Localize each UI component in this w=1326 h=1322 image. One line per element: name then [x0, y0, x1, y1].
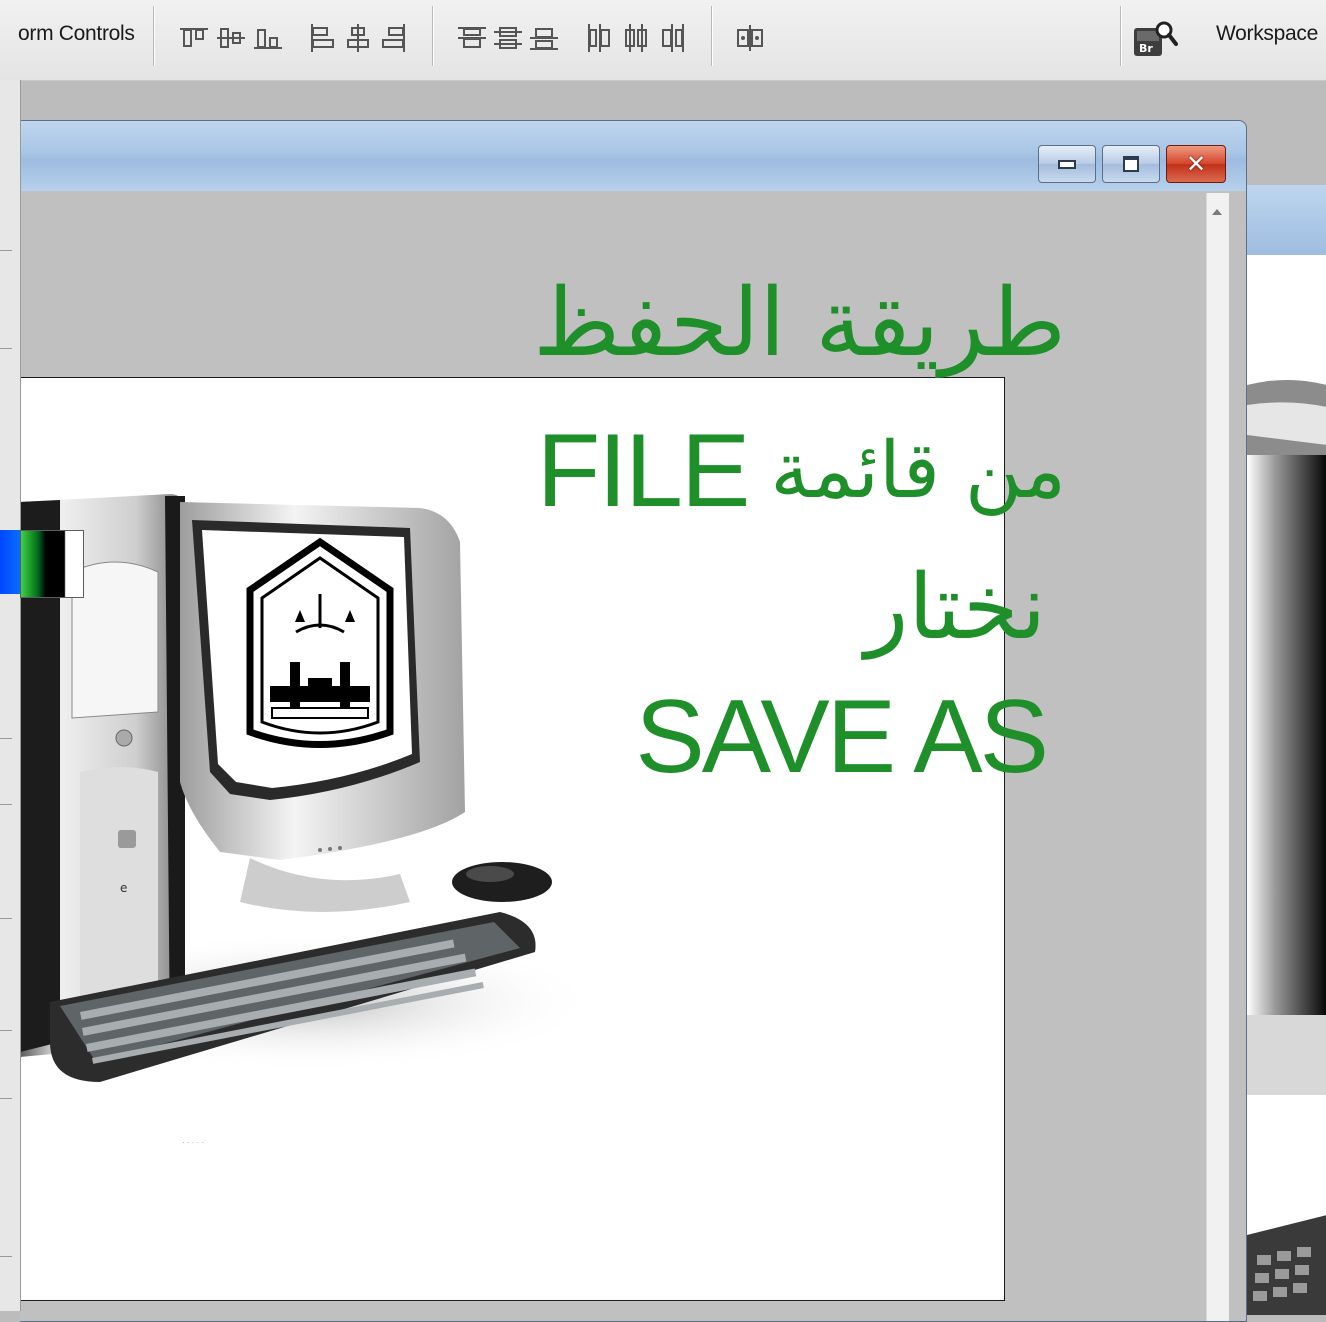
document-window[interactable]: ✕ e · · · · · طريقة الحفظ FILE من قائمة … [20, 120, 1247, 1322]
background-window-titlebar[interactable] [1247, 185, 1326, 255]
minimize-button[interactable] [1038, 145, 1096, 183]
svg-text:e: e [120, 881, 127, 895]
tool-divider [0, 1098, 12, 1099]
maximize-button[interactable] [1102, 145, 1160, 183]
auto-align-layers-icon[interactable] [732, 20, 768, 56]
tool-divider [0, 804, 12, 805]
computer-photo-partial [1247, 380, 1326, 1315]
align-top-edges-icon[interactable] [176, 20, 212, 56]
background-color-swatch[interactable] [20, 530, 84, 598]
separator [153, 6, 154, 66]
align-left-edges-icon[interactable] [304, 20, 340, 56]
tool-divider [0, 348, 12, 349]
tools-panel [0, 80, 21, 1311]
show-transform-controls-label[interactable]: orm Controls [18, 22, 135, 46]
tool-divider [0, 250, 12, 251]
align-right-edges-icon[interactable] [376, 20, 412, 56]
tool-divider [0, 1256, 12, 1257]
file-menu-line: FILE من قائمة [537, 411, 1066, 531]
save-as-label: SAVE AS [635, 679, 1049, 795]
background-document-window[interactable] [1246, 185, 1326, 1315]
align-bottom-edges-icon[interactable] [250, 20, 286, 56]
computer-photo: e [20, 494, 580, 1082]
distribute-left-edges-icon[interactable] [582, 20, 618, 56]
scroll-up-arrow-icon[interactable] [1212, 209, 1222, 215]
bridge-badge-text: Br [1139, 42, 1153, 55]
tool-divider [0, 918, 12, 919]
distribute-right-edges-icon[interactable] [654, 20, 690, 56]
arabic-heading-save-method: طريقة الحفظ [533, 269, 1066, 378]
tool-divider [0, 1030, 12, 1031]
close-button[interactable]: ✕ [1166, 145, 1226, 183]
align-horizontal-centers-icon[interactable] [340, 20, 376, 56]
minimize-icon [1058, 159, 1076, 169]
vertical-scrollbar[interactable] [1206, 193, 1229, 1321]
close-icon: ✕ [1185, 150, 1207, 178]
separator [711, 6, 712, 66]
separator [432, 6, 433, 66]
arabic-choose: نختار [864, 555, 1046, 660]
separator [1120, 6, 1121, 66]
workspace-menu[interactable]: Workspace [1216, 22, 1318, 46]
arabic-from-menu: من قائمة [770, 426, 1066, 516]
distribute-bottom-edges-icon[interactable] [526, 20, 562, 56]
distribute-vertical-centers-icon[interactable] [490, 20, 526, 56]
options-bar: orm Controls Br Workspace [0, 0, 1326, 81]
distribute-top-edges-icon[interactable] [454, 20, 490, 56]
document-titlebar[interactable]: ✕ [20, 121, 1246, 191]
adobe-bridge-icon[interactable]: Br [1132, 18, 1178, 60]
foreground-color-swatch[interactable] [0, 530, 20, 594]
align-vertical-centers-icon[interactable] [213, 20, 249, 56]
maximize-icon [1123, 156, 1139, 172]
distribute-horizontal-centers-icon[interactable] [618, 20, 654, 56]
image-footnote: · · · · · [182, 1138, 205, 1147]
tool-divider [0, 738, 12, 739]
file-menu-label: FILE [536, 412, 751, 529]
